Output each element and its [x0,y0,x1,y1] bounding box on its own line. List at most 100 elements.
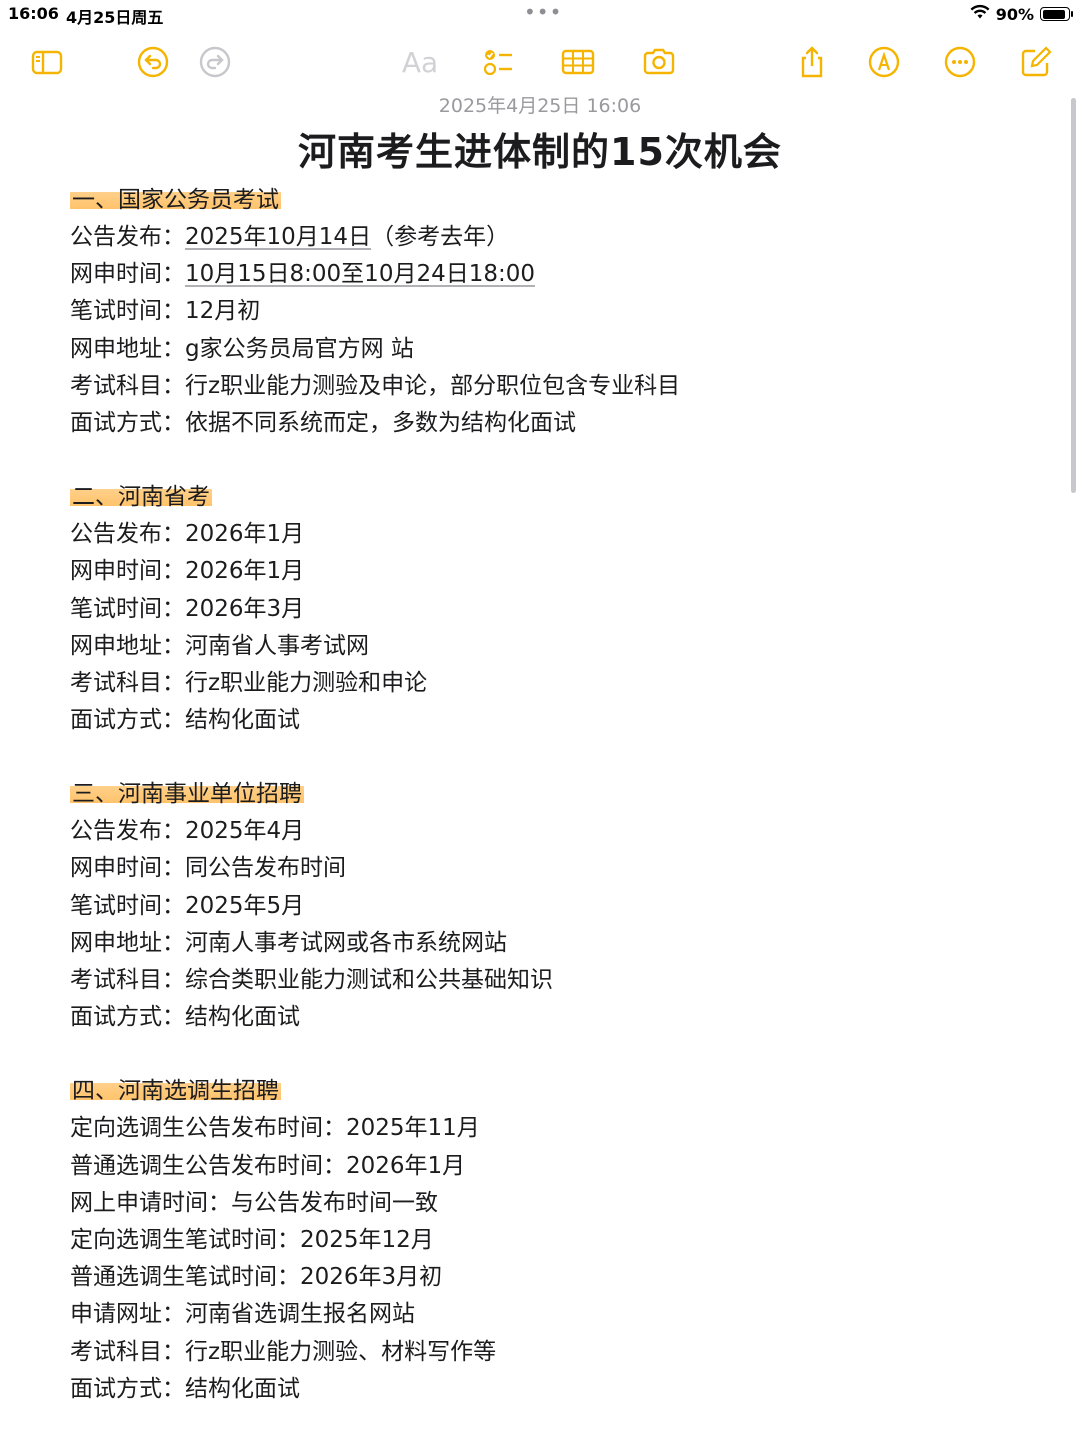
status-time: 16:06 [8,4,59,23]
line-label: 笔试时间： [70,892,185,919]
line-value: 河南人事考试网或各市系统网站 [185,929,507,956]
line-value: 2026年3月初 [300,1264,443,1291]
note-section: 四、河南选调生招聘 定向选调生公告发布时间：2025年11月 普通选调生公告发布时间… [70,1073,1030,1408]
status-bar: 16:06 4月25日周五 ••• 90% [0,0,1080,28]
note-body[interactable]: 2025年4月25日 16:06 河南考生进体制的15次机会 一、国家公务员考试… [70,90,1030,1408]
line-value: 2026年1月 [185,558,305,585]
line-label: 考试科目： [70,669,185,696]
note-line: 笔试时间：2026年3月 [70,591,1030,628]
note-line: 公告发布：2026年1月 [70,516,1030,553]
line-label: 考试科目： [70,1338,185,1365]
section-heading: 二、河南省考 [70,479,1030,516]
line-label: 定向选调生公告发布时间： [70,1115,346,1142]
date-link[interactable]: 2025年10月14日 [185,224,371,250]
note-line: 网申地址：g家公务员局官方网 站 [70,331,1030,368]
line-label: 面试方式： [70,1004,185,1031]
table-icon[interactable] [558,44,598,80]
note-sections: 一、国家公务员考试 公告发布：2025年10月14日（参考去年） 网申时间：10月1… [70,182,1030,1408]
line-label: 网申时间： [70,558,185,585]
undo-icon[interactable] [133,44,173,80]
note-line: 网申时间：2026年1月 [70,553,1030,590]
line-value: 2026年1月 [185,521,305,548]
line-value: 依据不同系统而定，多数为结构化面试 [185,409,576,436]
line-value: 结构化面试 [185,1004,300,1031]
section-heading: 一、国家公务员考试 [70,182,1030,219]
line-label: 公告发布： [70,224,185,250]
line-label: 考试科目： [70,372,185,399]
note-line: 考试科目：综合类职业能力测试和公共基础知识 [70,962,1030,999]
section-heading: 四、河南选调生招聘 [70,1073,1030,1110]
note-title: 河南考生进体制的15次机会 [298,130,782,174]
line-note: （参考去年） [371,224,510,250]
share-icon[interactable] [792,44,832,80]
line-label: 普通选调生公告发布时间： [70,1152,346,1179]
battery-icon [1040,7,1073,21]
note-line: 考试科目：行z职业能力测验、材料写作等 [70,1334,1030,1371]
section-heading-text: 一、国家公务员考试 [70,187,281,213]
section-heading: 三、河南事业单位招聘 [70,776,1030,813]
line-label: 网上申请时间： [70,1189,231,1216]
note-line: 普通选调生笔试时间：2026年3月初 [70,1259,1030,1296]
section-heading-text: 四、河南选调生招聘 [70,1078,281,1105]
line-value: 行z职业能力测验及申论，部分职位包含专业科目 [185,372,681,399]
line-value: 综合类职业能力测试和公共基础知识 [185,967,553,993]
line-value: 与公告发布时间一致 [231,1189,438,1216]
line-label: 网申时间： [70,261,185,288]
line-label: 笔试时间： [70,595,185,622]
note-line: 面试方式：结构化面试 [70,999,1030,1036]
note-line: 定向选调生笔试时间：2025年12月 [70,1222,1030,1259]
note-line: 网申地址：河南人事考试网或各市系统网站 [70,925,1030,962]
markup-pen-icon[interactable] [864,44,904,80]
multitasking-dots-icon[interactable]: ••• [524,0,562,24]
note-timestamp: 2025年4月25日 16:06 [438,95,642,117]
line-label: 网申地址： [70,632,185,659]
section-heading-text: 三、河南事业单位招聘 [70,781,304,808]
line-label: 面试方式： [70,1375,185,1402]
camera-icon[interactable] [639,44,679,80]
note-line: 公告发布：2025年10月14日（参考去年） [70,219,1030,256]
line-value: 2025年11月 [346,1115,480,1142]
line-label: 申请网址： [70,1301,185,1328]
line-value: 河南省人事考试网 [185,632,369,659]
line-value: 2025年12月 [300,1226,434,1253]
note-section: 一、国家公务员考试 公告发布：2025年10月14日（参考去年） 网申时间：10月1… [70,182,1030,479]
line-label: 定向选调生笔试时间： [70,1226,300,1253]
status-date: 4月25日周五 [66,8,164,27]
checklist-icon[interactable] [478,44,518,80]
note-line: 定向选调生公告发布时间：2025年11月 [70,1110,1030,1147]
note-line: 笔试时间：2025年5月 [70,888,1030,925]
line-label: 普通选调生笔试时间： [70,1264,300,1291]
line-label: 面试方式： [70,409,185,436]
redo-icon[interactable] [195,44,235,80]
note-section: 二、河南省考 公告发布：2026年1月 网申时间：2026年1月 笔试时间：2026年… [70,479,1030,776]
line-label: 网申地址： [70,929,185,956]
text-format-button[interactable]: Aa [400,44,440,80]
line-value: 同公告发布时间 [185,855,346,882]
note-line: 网申地址：河南省人事考试网 [70,628,1030,665]
wifi-icon [970,4,990,24]
line-value: 行z职业能力测验、材料写作等 [185,1338,497,1365]
compose-note-icon[interactable] [1016,44,1056,80]
note-line: 考试科目：行z职业能力测验和申论 [70,665,1030,702]
date-link[interactable]: 10月15日8:00至10月24日18:00 [185,261,535,287]
line-label: 考试科目： [70,967,185,993]
line-label: 面试方式： [70,707,185,734]
note-line: 面试方式：结构化面试 [70,1371,1030,1408]
note-line: 普通选调生公告发布时间：2026年1月 [70,1148,1030,1185]
note-line: 网申时间：同公告发布时间 [70,850,1030,887]
line-label: 笔试时间： [70,298,185,325]
line-label: 网申地址： [70,335,185,362]
note-line: 网上申请时间：与公告发布时间一致 [70,1185,1030,1222]
line-value: 2025年4月 [185,818,305,845]
sidebar-toggle-icon[interactable] [27,44,67,80]
line-value: 河南省选调生报名网站 [185,1301,415,1328]
battery-level [1042,9,1065,19]
status-indicators: 90% [970,4,1073,24]
line-value: 结构化面试 [185,1375,300,1402]
note-line: 考试科目：行z职业能力测验及申论，部分职位包含专业科目 [70,368,1030,405]
line-label: 公告发布： [70,818,185,845]
notes-toolbar: Aa [0,36,1080,86]
line-label: 公告发布： [70,521,185,548]
more-options-icon[interactable] [940,44,980,80]
